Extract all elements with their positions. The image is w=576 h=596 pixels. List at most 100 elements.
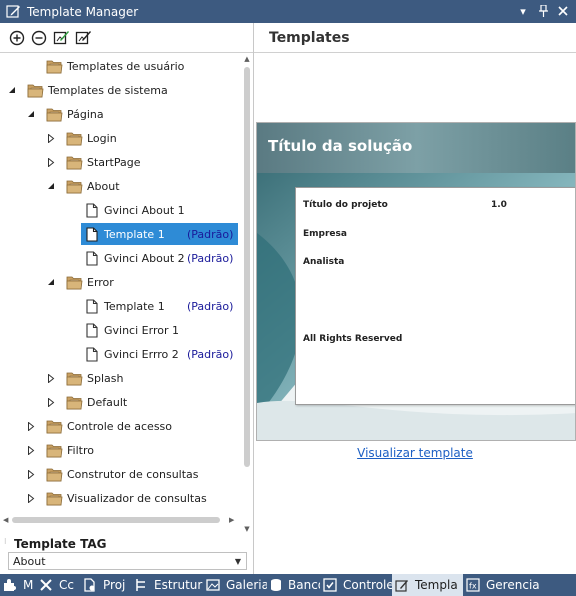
analyst-label: Analista	[303, 257, 345, 267]
template-preview-panel: Templates Título da solução Título do pr…	[254, 23, 576, 574]
puzzle-icon	[3, 578, 20, 592]
tree-node[interactable]: About	[66, 175, 120, 197]
expand-arrow-icon[interactable]	[26, 469, 36, 479]
template-icon	[395, 578, 412, 592]
expand-arrow-icon[interactable]	[46, 373, 56, 383]
tree-node[interactable]: Página	[46, 103, 104, 125]
expand-arrow-icon[interactable]	[26, 421, 36, 431]
tree-node[interactable]: Template 1 (Padrão)	[81, 295, 238, 317]
tree-node-label: Visualizador de consultas	[67, 491, 207, 505]
pin-icon[interactable]	[536, 3, 550, 19]
folder-icon	[46, 420, 63, 433]
folder-icon	[46, 60, 63, 73]
bottom-tab[interactable]: Banco	[267, 574, 320, 596]
tree-node[interactable]: Template 1 (Padrão)	[81, 223, 238, 245]
bottom-tab-label: Estrutura	[154, 578, 203, 592]
tree-node[interactable]: StartPage	[66, 151, 141, 173]
tree-node-label: About	[87, 179, 120, 193]
bottom-tab[interactable]: Galeria	[203, 574, 267, 596]
fx-icon: fx	[466, 578, 483, 592]
edit-image-icon	[53, 31, 69, 45]
tree-node[interactable]: Templates de sistema	[27, 79, 168, 101]
tree-node[interactable]: Filtro	[46, 439, 94, 461]
bottom-tab-label: Templa	[415, 578, 458, 592]
expand-arrow-icon[interactable]	[46, 133, 56, 143]
tree-node[interactable]: Gvinci Error 1	[81, 319, 238, 341]
tree-node[interactable]: Gvinci Errro 2 (Padrão)	[81, 343, 238, 365]
expand-arrow-icon[interactable]	[46, 397, 56, 407]
template-tag-section: ⁝ Template TAG About ▼	[0, 534, 254, 574]
add-button[interactable]	[8, 29, 26, 47]
scroll-down-icon[interactable]: ▼	[243, 525, 251, 533]
chevron-down-icon: ▼	[234, 557, 241, 566]
folder-icon	[66, 156, 83, 169]
svg-text:fx: fx	[469, 582, 477, 591]
folder-icon	[46, 468, 63, 481]
tree-node-label: Gvinci About 1	[104, 203, 185, 217]
tree-node[interactable]: Login	[66, 127, 117, 149]
dropdown-icon[interactable]: ▾	[516, 3, 530, 19]
tree-node-label: Gvinci Error 1	[104, 323, 179, 337]
bottom-tab[interactable]: Proj	[80, 574, 131, 596]
edit-icon	[6, 5, 20, 18]
plus-circle-icon	[9, 30, 25, 45]
tree-node[interactable]: Construtor de consultas	[46, 463, 199, 485]
tree-vertical-scrollbar[interactable]: ▲ ▼	[241, 53, 253, 537]
project-title-label: Título do projeto	[303, 200, 388, 210]
tree-node[interactable]: Gvinci About 2 (Padrão)	[81, 247, 238, 269]
default-tag: (Padrão)	[187, 347, 234, 361]
tree-node-label: StartPage	[87, 155, 141, 169]
tree-node[interactable]: Visualizador de consultas	[46, 487, 207, 509]
controls-icon	[323, 578, 340, 592]
edit-template-button[interactable]	[52, 29, 70, 47]
close-icon[interactable]	[556, 3, 570, 19]
tree-node[interactable]: Error	[66, 271, 114, 293]
tree-node[interactable]: Splash	[66, 367, 123, 389]
template-tag-select[interactable]: About ▼	[8, 552, 247, 570]
expanded-arrow-icon[interactable]	[26, 109, 36, 119]
bottom-tab[interactable]: Cc	[36, 574, 80, 596]
bottom-tab[interactable]: Templa	[392, 574, 463, 596]
expanded-arrow-icon[interactable]	[7, 85, 17, 95]
folder-icon	[46, 108, 63, 121]
expand-arrow-icon[interactable]	[26, 445, 36, 455]
scroll-thumb[interactable]	[244, 67, 250, 467]
file-icon	[86, 346, 98, 362]
folder-icon	[66, 180, 83, 193]
file-icon	[86, 298, 98, 314]
scroll-left-icon[interactable]: ◀	[3, 516, 8, 524]
tree-node[interactable]: Default	[66, 391, 127, 413]
structure-icon	[134, 578, 151, 592]
expanded-arrow-icon[interactable]	[46, 181, 56, 191]
template-tag-value: About	[13, 554, 46, 568]
template-tree: Templates de usuário Templates de sistema…	[0, 53, 254, 537]
tree-node[interactable]: Controle de acesso	[46, 415, 172, 437]
file-icon	[86, 250, 98, 266]
template-preview: Título da solução Título do projeto 1.0 …	[256, 122, 576, 441]
tree-node[interactable]: Gvinci About 1	[81, 199, 238, 221]
view-template-link[interactable]: Visualizar template	[254, 446, 576, 460]
folder-icon	[66, 396, 83, 409]
add-template-button[interactable]	[74, 29, 92, 47]
folder-icon	[66, 372, 83, 385]
folder-icon	[46, 492, 63, 505]
bottom-tab-label: Controles	[343, 578, 392, 592]
expand-arrow-icon[interactable]	[26, 493, 36, 503]
bottom-tab[interactable]: fx Gerencia	[463, 574, 541, 596]
tree-node-label: Filtro	[67, 443, 94, 457]
bottom-tab[interactable]: M	[0, 574, 36, 596]
tree-node-label: Templates de sistema	[48, 83, 168, 97]
bottom-tab-bar: M Cc Proj Estrutura Galeria Banco Controles Tem…	[0, 574, 576, 596]
bottom-tab[interactable]: Controles	[320, 574, 392, 596]
scroll-up-icon[interactable]: ▲	[243, 55, 251, 63]
remove-button[interactable]	[30, 29, 48, 47]
expand-arrow-icon[interactable]	[46, 157, 56, 167]
scroll-right-icon[interactable]: ▶	[229, 516, 234, 524]
tree-node[interactable]: Templates de usuário	[46, 55, 184, 77]
template-tree-panel: Templates de usuário Templates de sistema…	[0, 23, 254, 574]
tree-horizontal-scrollbar[interactable]: ◀ ▶	[0, 514, 241, 526]
scroll-thumb-horizontal[interactable]	[12, 517, 220, 523]
bottom-tab[interactable]: Estrutura	[131, 574, 203, 596]
expanded-arrow-icon[interactable]	[46, 277, 56, 287]
template-tag-title: Template TAG	[14, 537, 107, 551]
